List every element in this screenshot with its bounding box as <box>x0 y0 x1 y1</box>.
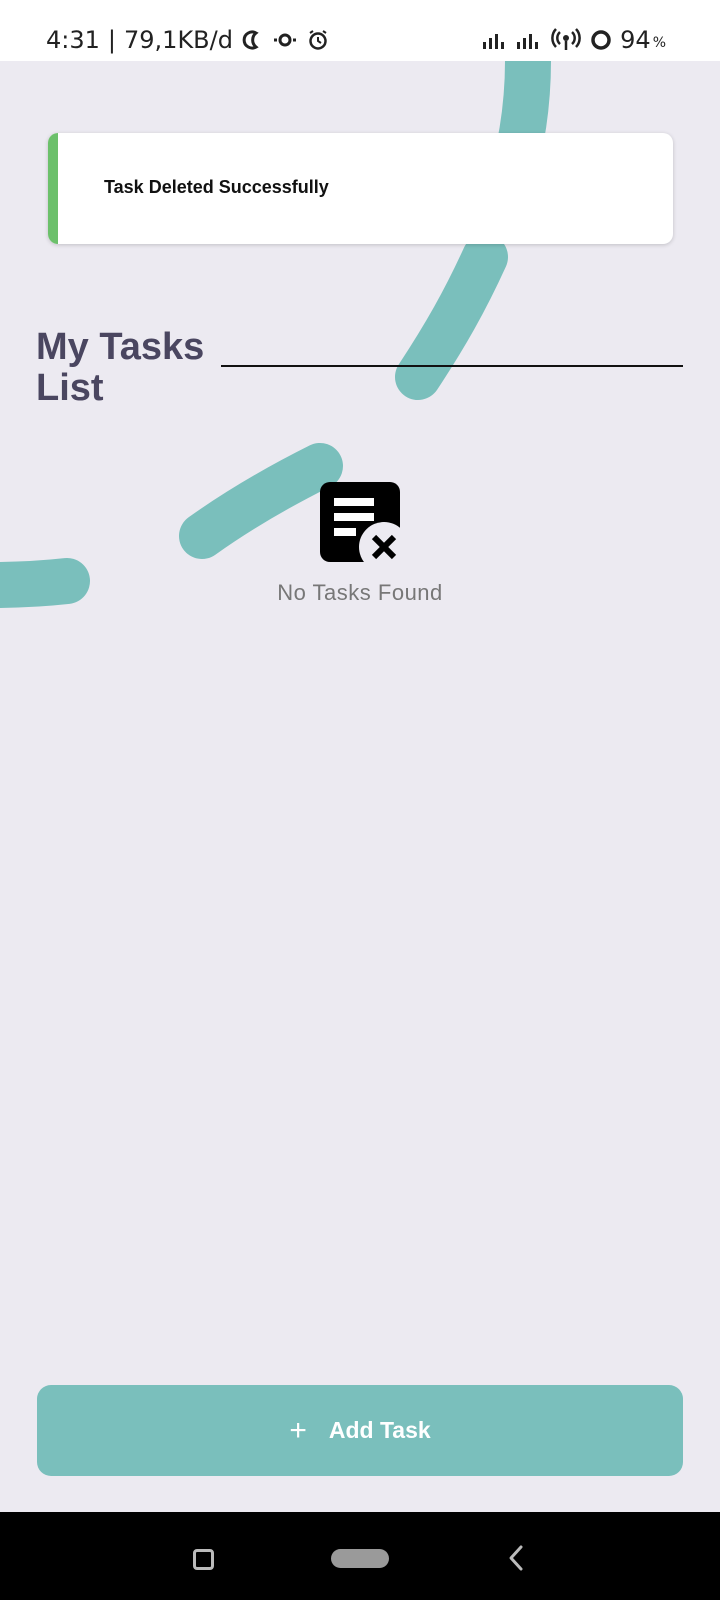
recent-apps-button[interactable] <box>193 1549 214 1570</box>
signal-icon <box>483 34 505 49</box>
toast-notification[interactable]: Task Deleted Successfully <box>48 133 673 244</box>
home-button[interactable] <box>331 1549 389 1568</box>
document-remove-icon <box>320 482 406 568</box>
add-task-label: Add Task <box>328 1417 431 1443</box>
toast-message: Task Deleted Successfully <box>104 177 329 197</box>
status-right: 94 % <box>482 26 666 54</box>
decoration-stroke <box>395 234 508 400</box>
back-icon[interactable] <box>508 1544 524 1572</box>
status-left: 4:31 | 79,1KB/d <box>46 26 329 54</box>
add-task-button[interactable]: + Add Task <box>37 1385 683 1476</box>
alarm-icon <box>309 30 327 50</box>
hotspot-icon <box>273 33 296 47</box>
decoration-stroke <box>179 443 343 559</box>
status-time: 4:31 <box>46 26 100 54</box>
title-divider <box>221 365 683 367</box>
battery-percent: 94 <box>620 26 651 54</box>
battery-saver-icon <box>591 30 611 50</box>
page-title: My Tasks List <box>36 326 205 409</box>
toast-accent-bar <box>48 133 58 244</box>
wifi-calling-icon <box>551 28 581 50</box>
status-separator: | <box>107 26 116 54</box>
battery-unit: % <box>652 35 666 51</box>
plus-icon: + <box>289 1413 307 1447</box>
navigation-bar <box>0 1512 720 1600</box>
empty-state-message: No Tasks Found <box>277 580 443 605</box>
signal-icon <box>517 34 539 49</box>
network-speed: 79,1KB/d <box>124 26 233 54</box>
moon-icon <box>242 30 259 50</box>
status-bar: 4:31 | 79,1KB/d 94 % <box>0 0 720 61</box>
